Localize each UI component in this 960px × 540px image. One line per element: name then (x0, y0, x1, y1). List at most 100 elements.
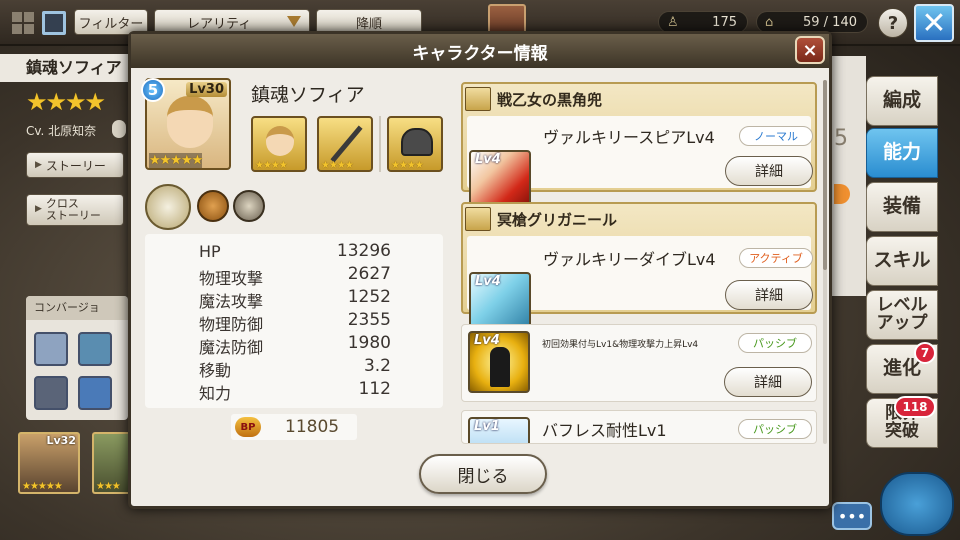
skill-level: Lv4 (475, 152, 501, 167)
skill-level: Lv1 (474, 419, 500, 434)
slot-stars: ★★★★ (255, 160, 288, 171)
skill-card: 冥槍グリガニール Lv4 ヴァルキリーダイブLv4 アクティブ 詳細 (461, 202, 817, 334)
cross-story-button[interactable]: ▶ クロス ストーリー (26, 194, 124, 226)
helm-slot-divider (379, 116, 381, 172)
stat-value: 2627 (347, 264, 391, 284)
tab-formation[interactable]: 編成 (866, 76, 938, 126)
skill-type-badge: パッシブ (738, 419, 812, 439)
game-screen: { "topbar": { "filter_label": "フィルター", "… (0, 0, 960, 540)
skill-detail-button[interactable]: 詳細 (725, 156, 813, 186)
spear-icon (330, 125, 363, 163)
bg-peek-number: 5 (834, 126, 848, 151)
skill-name: バフレス耐性Lv1 (542, 421, 667, 440)
stat-value: 3.2 (363, 356, 391, 376)
play-icon: ▶ (35, 204, 42, 215)
skill-card: Lv1 バフレス耐性Lv1 パッシブ (461, 410, 817, 444)
sword-icon[interactable] (34, 376, 68, 410)
tab-ability[interactable]: 能力 (866, 128, 938, 178)
skill-source-header: 戦乙女の黒角兜 (463, 84, 815, 114)
stat-label: HP (199, 242, 221, 261)
stat-label: 移動 (199, 361, 232, 380)
skill-source-name: 戦乙女の黒角兜 (497, 90, 603, 109)
story-button[interactable]: ▶ ストーリー (26, 152, 124, 178)
tab-skill[interactable]: スキル (866, 236, 938, 286)
cross-story-label: クロス ストーリー (45, 197, 101, 222)
unit-count-value: 175 (712, 14, 737, 30)
skill-card: 戦乙女の黒角兜 Lv4 ヴァルキリースピアLv4 ノーマル 詳細 (461, 82, 817, 212)
bg-unit-card[interactable]: ★★★ (92, 432, 128, 494)
mascot-icon[interactable] (880, 472, 954, 536)
conversion-label: コンバージョ (26, 296, 128, 320)
skill-detail-button[interactable]: 詳細 (724, 367, 812, 397)
skill-name: ヴァルキリーダイブLv4 (543, 250, 716, 269)
chevron-down-icon (287, 16, 301, 27)
list-view-icon[interactable] (42, 11, 66, 35)
orb-icon[interactable] (78, 332, 112, 366)
skill-type-badge: ノーマル (739, 126, 813, 146)
equip-slot-spear[interactable]: ★★★★ (317, 116, 373, 172)
close-icon: × (802, 39, 818, 61)
stat-value: 13296 (336, 241, 391, 261)
skill-type-badge: アクティブ (739, 248, 813, 268)
bp-value: 11805 (285, 417, 340, 437)
tab-level-up[interactable]: レベル アップ (866, 290, 938, 340)
bg-unit-stars: ★★★★★ (22, 481, 63, 492)
armor-icon[interactable] (34, 332, 68, 366)
tab-equipment[interactable]: 装備 (866, 182, 938, 232)
skill-detail-button[interactable]: 詳細 (725, 280, 813, 310)
class-emblem-icon[interactable] (145, 184, 191, 230)
stat-label: 物理防御 (199, 315, 264, 334)
conversion-panel: コンバージョ (26, 296, 128, 420)
equip-slot-face[interactable]: ★★★★ (251, 116, 307, 172)
character-name: 鎮魂ソフィア (251, 84, 365, 106)
horse-icon[interactable] (197, 190, 229, 222)
skill-card: Lv4 初回効果付与Lv1&物理攻撃力上昇Lv4 パッシブ 詳細 (461, 324, 817, 402)
play-icon: ▶ (35, 160, 42, 170)
character-level: Lv30 (186, 82, 227, 97)
passive-skill-icon[interactable]: Lv1 (468, 417, 530, 443)
stat-value: 1252 (347, 287, 391, 307)
bg-rarity-stars: ★★★★ (26, 88, 106, 116)
help-button[interactable]: ? (878, 8, 908, 38)
stat-label: 物理攻撃 (199, 269, 264, 288)
bg-cv-label: Cv. 北原知奈 (26, 124, 97, 138)
skill-name: ヴァルキリースピアLv4 (543, 128, 715, 147)
bg-unit-level: Lv32 (46, 434, 77, 447)
slot-stars: ★★★★ (391, 160, 424, 171)
unit-count: ♙ 175 (658, 11, 748, 33)
bg-unit-stars: ★★★ (96, 481, 121, 492)
helm-icon (465, 87, 491, 111)
stat-label: 知力 (199, 384, 232, 403)
modal-close-x-button[interactable]: × (795, 36, 825, 64)
stat-value: 2355 (347, 310, 391, 330)
stat-value: 1980 (347, 333, 391, 353)
stat-label: 魔法攻撃 (199, 292, 264, 311)
background-character-panel: 鎮魂ソフィア ★★★★ Cv. 北原知奈 ▶ ストーリー ▶ クロス ストーリー… (0, 48, 128, 540)
story-label: ストーリー (45, 158, 106, 173)
close-icon: ✕ (921, 5, 947, 41)
rank-badge: 5 (141, 78, 165, 102)
silhouette-icon (490, 347, 510, 387)
close-button[interactable]: 閉じる (419, 454, 547, 494)
bg-unit-card[interactable]: Lv32 ★★★★★ (18, 432, 80, 494)
spear-icon (465, 207, 491, 231)
helm-icon (401, 128, 433, 156)
passive-skill-icon[interactable]: Lv4 (468, 331, 530, 393)
chat-icon: ••• (837, 506, 867, 526)
close-screen-button[interactable]: ✕ (914, 4, 954, 42)
limit-break-badge: 118 (894, 396, 936, 418)
chat-button[interactable]: ••• (832, 502, 872, 530)
mic-icon[interactable] (112, 120, 126, 138)
skill-source-header: 冥槍グリガニール (463, 204, 815, 234)
box-capacity: ⌂ 59 / 140 (756, 11, 868, 33)
compass-icon[interactable] (233, 190, 265, 222)
equip-slot-helm[interactable]: ★★★★ (387, 116, 443, 172)
evolve-badge: 7 (914, 342, 936, 364)
stat-label: 魔法防御 (199, 338, 264, 357)
shield-icon[interactable] (78, 376, 112, 410)
slot-stars: ★★★★ (321, 160, 354, 171)
scrollbar-thumb[interactable] (823, 80, 827, 270)
grid-view-icon[interactable] (12, 12, 34, 34)
skill-type-badge: パッシブ (738, 333, 812, 353)
face-icon (266, 126, 294, 156)
